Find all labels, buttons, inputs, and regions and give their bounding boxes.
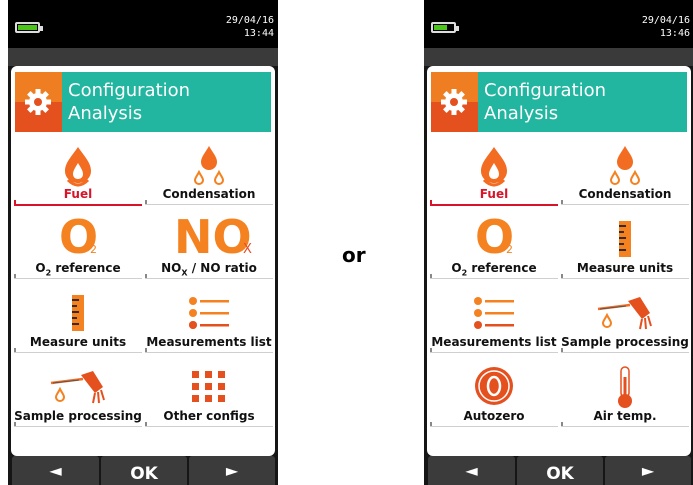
- selection-underline: [430, 204, 558, 206]
- tile-autozero[interactable]: Autozero: [429, 362, 559, 435]
- tile-label: Sample processing: [14, 409, 142, 423]
- tile-label: Autozero: [463, 409, 525, 423]
- menu-header: Configuration Analysis: [15, 72, 271, 132]
- tile-fuel[interactable]: Fuel: [429, 140, 559, 213]
- tile-label: O2 reference: [451, 261, 537, 278]
- nav-bar: ◄ OK ►: [424, 456, 693, 485]
- tile-measurements-list[interactable]: Measurements list: [429, 288, 559, 361]
- ok-button[interactable]: OK: [101, 456, 187, 485]
- list-icon: [189, 297, 229, 329]
- selection-underline: [14, 204, 142, 206]
- device-screen-left: 29/04/16 13:44 Configuration Analysis Fu…: [8, 0, 278, 485]
- nox-icon: NO X: [174, 210, 252, 264]
- status-bar: 29/04/16 13:44: [8, 0, 278, 48]
- device-screen-right: 29/04/16 13:46 Configuration Analysis Fu…: [424, 0, 693, 485]
- menu-panel: Configuration Analysis Fuel Condensation: [11, 66, 275, 456]
- fuel-drop-icon: [65, 147, 91, 187]
- tile-label: Condensation: [578, 187, 672, 201]
- condensation-drops-icon: [609, 146, 641, 186]
- tile-label: Measure units: [29, 335, 127, 349]
- top-band: [8, 48, 278, 66]
- time-text: 13:46: [659, 28, 690, 39]
- menu-header: Configuration Analysis: [431, 72, 687, 132]
- date-text: 29/04/16: [641, 15, 690, 26]
- menu-panel: Configuration Analysis Fuel Condensation: [427, 66, 691, 456]
- tile-measurements-list[interactable]: Measurements list: [144, 288, 274, 361]
- header-icon-box: [15, 72, 62, 132]
- next-button[interactable]: ►: [605, 456, 691, 485]
- tile-fuel[interactable]: Fuel: [13, 140, 143, 213]
- ruler-icon: [72, 295, 84, 331]
- tile-o2-reference[interactable]: O 2 O2 reference: [429, 210, 559, 287]
- tile-nox-ratio[interactable]: NO X NOX / NO ratio: [144, 210, 274, 287]
- tile-label: Measurements list: [146, 335, 272, 349]
- ok-button[interactable]: OK: [517, 456, 603, 485]
- o2-icon: O 2: [59, 210, 99, 264]
- header-title: Configuration Analysis: [478, 72, 687, 132]
- gear-icon: [441, 89, 467, 115]
- tile-label: NOX / NO ratio: [161, 261, 257, 278]
- next-button[interactable]: ►: [189, 456, 275, 485]
- header-icon-box: [431, 72, 478, 132]
- tile-label: Sample processing: [561, 335, 689, 349]
- thermometer-icon: [618, 366, 632, 408]
- o2-icon: O 2: [475, 210, 515, 264]
- clock: 29/04/16 13:44: [226, 14, 274, 40]
- battery-icon: [15, 22, 43, 33]
- separator-text: or: [342, 243, 366, 267]
- time-text: 13:44: [243, 28, 274, 39]
- tile-label: Other configs: [163, 409, 255, 423]
- top-band: [424, 48, 693, 66]
- header-title-line1: Configuration: [68, 80, 191, 101]
- tile-label: Condensation: [162, 187, 256, 201]
- tile-label: Fuel: [479, 187, 509, 201]
- grid-icon: [192, 371, 225, 402]
- tile-label: Measurements list: [431, 335, 557, 349]
- tile-other-configs[interactable]: Other configs: [144, 362, 274, 435]
- tile-sample-processing[interactable]: Sample processing: [560, 288, 690, 361]
- header-title-line2: Analysis: [484, 103, 559, 124]
- fuel-drop-icon: [481, 147, 507, 187]
- probe-icon: [597, 297, 652, 330]
- probe-icon: [50, 371, 105, 404]
- tile-o2-reference[interactable]: O 2 O2 reference: [13, 210, 143, 287]
- tile-label: O2 reference: [35, 261, 121, 278]
- tile-condensation[interactable]: Condensation: [144, 140, 274, 213]
- prev-button[interactable]: ◄: [12, 456, 99, 485]
- battery-icon: [431, 22, 459, 33]
- gear-icon: [25, 89, 51, 115]
- condensation-drops-icon: [193, 146, 225, 186]
- clock: 29/04/16 13:46: [642, 14, 690, 40]
- tile-sample-processing[interactable]: Sample processing: [13, 362, 143, 435]
- header-title-line2: Analysis: [68, 103, 143, 124]
- nav-bar: ◄ OK ►: [8, 456, 278, 485]
- header-title-line1: Configuration: [484, 80, 607, 101]
- list-icon: [474, 297, 514, 329]
- status-bar: 29/04/16 13:46: [424, 0, 693, 48]
- tile-label: Measure units: [576, 261, 674, 275]
- autozero-icon: [475, 367, 513, 405]
- tile-condensation[interactable]: Condensation: [560, 140, 690, 213]
- date-text: 29/04/16: [225, 15, 274, 26]
- tile-measure-units[interactable]: Measure units: [13, 288, 143, 361]
- header-title: Configuration Analysis: [62, 72, 271, 132]
- prev-button[interactable]: ◄: [428, 456, 515, 485]
- tile-air-temp[interactable]: Air temp.: [560, 362, 690, 435]
- ruler-icon: [619, 221, 631, 257]
- tile-label: Air temp.: [593, 409, 657, 423]
- tile-label: Fuel: [63, 187, 93, 201]
- tile-measure-units[interactable]: Measure units: [560, 214, 690, 287]
